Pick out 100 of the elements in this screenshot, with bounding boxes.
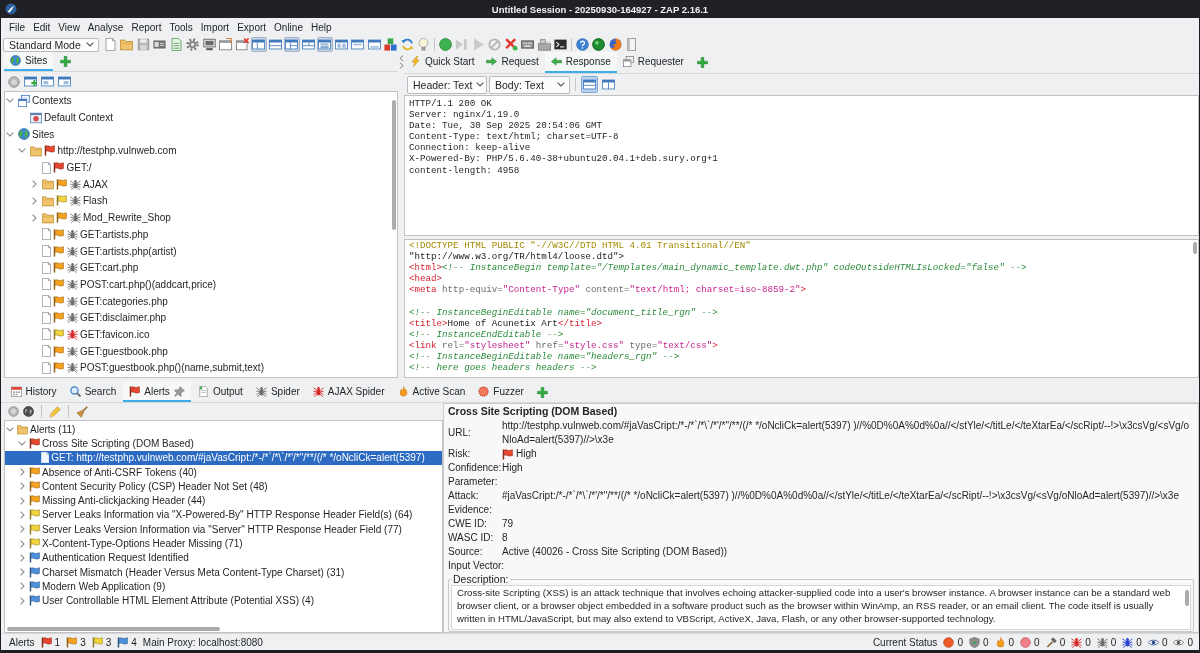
menu-item[interactable]: Import	[196, 21, 234, 34]
layout-toggle[interactable]	[333, 37, 350, 52]
lightbulb-icon[interactable]	[417, 38, 431, 51]
layout-toggle[interactable]	[267, 37, 284, 52]
window-icon[interactable]	[58, 75, 71, 88]
tree-item[interactable]: Server Leaks Version Information via "Server" HTTP Response Header Field (77)	[17, 522, 402, 537]
chevron-right-icon[interactable]	[19, 510, 25, 519]
menu-item[interactable]: Export	[233, 21, 271, 34]
tree-item[interactable]: Authentication Request Identified	[17, 550, 189, 565]
tab[interactable]: History	[4, 382, 64, 402]
scrollbar-thumb[interactable]	[7, 627, 220, 631]
layout-toggle[interactable]	[581, 76, 598, 93]
tree-item[interactable]: GET: http://testphp.vulnweb.com/#jaVasCript:/*-/*`/*\`/*'/*"/**/(/* */oNcliCk=alert(5397)	[5, 450, 442, 465]
menu-item[interactable]: Analyse	[83, 21, 128, 34]
prohibited-icon[interactable]	[488, 38, 502, 51]
tree-item[interactable]: POST:cart.php()(addcart,price)	[29, 276, 217, 293]
layout-toggle[interactable]	[283, 37, 300, 52]
tree-item[interactable]: GET:cart.php	[29, 259, 139, 277]
tab[interactable]: Sites	[4, 52, 54, 71]
menu-item[interactable]: Online	[270, 21, 307, 34]
tab[interactable]: Spider	[249, 382, 307, 402]
chevron-right-icon[interactable]	[19, 468, 25, 477]
tree-item[interactable]: GET:artists.php(artist)	[29, 242, 177, 260]
window-icon[interactable]	[41, 75, 54, 88]
tab[interactable]: Search	[63, 382, 123, 402]
chevron-down-icon[interactable]	[6, 426, 14, 432]
new-file-icon[interactable]	[103, 38, 117, 51]
tree-item[interactable]: Charset Mismatch (Header Versus Meta Content-Type Charset) (31)	[17, 564, 345, 580]
scrollbar-thumb[interactable]	[1193, 242, 1197, 254]
chevron-right-icon[interactable]	[31, 213, 37, 222]
chevron-right-icon[interactable]	[31, 196, 37, 205]
chevron-right-icon[interactable]	[19, 539, 25, 548]
chevron-right-icon[interactable]	[19, 482, 25, 491]
tab[interactable]: Quick Start	[404, 52, 481, 73]
tree-item[interactable]: Cross Site Scripting (DOM Based)	[17, 436, 194, 451]
tab[interactable]: Output	[191, 382, 250, 402]
circle-icon[interactable]	[592, 38, 606, 51]
body-view-dropdown[interactable]: Body: Text	[489, 75, 570, 94]
globe-icon[interactable]	[23, 406, 34, 417]
chevron-down-icon[interactable]	[18, 440, 26, 446]
menu-item[interactable]: View	[54, 21, 84, 34]
circular-arrows-icon[interactable]	[400, 38, 414, 51]
browser-icon[interactable]	[608, 38, 622, 51]
layout-toggle[interactable]	[349, 37, 366, 52]
splitter-arrows-icon[interactable]	[398, 55, 404, 69]
menu-item[interactable]: File	[5, 21, 30, 34]
terminal-icon[interactable]	[554, 38, 568, 51]
plus-icon[interactable]	[60, 56, 72, 67]
tree-item[interactable]: Missing Anti-clickjacking Header (44)	[17, 493, 206, 508]
circle-icon[interactable]	[438, 38, 452, 51]
tab[interactable]: Response	[544, 52, 617, 73]
chevron-down-icon[interactable]	[6, 98, 14, 104]
tree-item[interactable]: Alerts (11)	[5, 422, 76, 437]
pencil-icon[interactable]	[49, 405, 61, 418]
layout-toggle[interactable]	[250, 37, 267, 52]
header-view-dropdown[interactable]: Header: Text	[407, 75, 487, 94]
broom-icon[interactable]	[76, 405, 88, 418]
tab[interactable]: AJAX Spider	[306, 382, 391, 402]
scrollbar-thumb[interactable]	[392, 100, 396, 230]
window-add-icon[interactable]	[24, 75, 37, 88]
chevron-right-icon[interactable]	[19, 496, 25, 505]
card-icon[interactable]	[153, 38, 167, 51]
keyboard-icon[interactable]	[521, 38, 535, 51]
tree-item[interactable]: Content Security Policy (CSP) Header Not Set (48)	[17, 479, 268, 494]
tree-item[interactable]: Sites	[5, 125, 55, 143]
folder-icon[interactable]	[120, 38, 134, 51]
menu-item[interactable]: Edit	[29, 21, 55, 34]
tree-item[interactable]: http://testphp.vulnweb.com	[17, 142, 177, 160]
plus-icon[interactable]	[537, 386, 549, 398]
tree-item[interactable]: Absence of Anti-CSRF Tokens (40)	[17, 464, 197, 480]
layout-toggle[interactable]	[300, 37, 317, 52]
menu-item[interactable]: Report	[127, 21, 166, 34]
window-remove-icon[interactable]	[235, 38, 249, 51]
tree-item[interactable]: GET:disclaimer.php	[29, 309, 167, 327]
tree-item[interactable]: Mod_Rewrite_Shop	[29, 209, 171, 226]
computer-icon[interactable]	[202, 38, 216, 51]
tree-item[interactable]: AJAX	[29, 175, 108, 193]
menu-item[interactable]: Tools	[165, 21, 197, 34]
tree-item[interactable]: GET:guestbook.php	[29, 342, 168, 360]
cubes-icon[interactable]	[384, 38, 398, 51]
tree-item[interactable]: GET:artists.php	[29, 226, 149, 243]
menu-item[interactable]: Help	[306, 21, 336, 34]
cross-icon[interactable]	[504, 38, 518, 51]
panel-icon[interactable]	[625, 38, 639, 51]
spreadsheet-icon[interactable]	[169, 38, 183, 51]
tab[interactable]: Request	[480, 52, 545, 73]
tree-item[interactable]: X-Content-Type-Options Header Missing (71)	[17, 536, 243, 551]
chevron-right-icon[interactable]	[19, 568, 25, 577]
tree-item[interactable]: GET:categories.php	[29, 292, 168, 310]
chevron-right-icon[interactable]	[31, 180, 37, 189]
tree-item[interactable]: User Controllable HTML Element Attribute (Potential XSS) (4)	[17, 593, 314, 608]
tab[interactable]: Requester	[616, 52, 690, 73]
window-icon[interactable]	[219, 38, 233, 51]
layout-toggle[interactable]	[316, 37, 333, 52]
chevron-right-icon[interactable]	[19, 582, 25, 591]
tree-item[interactable]: GET:/	[29, 159, 92, 176]
chevron-right-icon[interactable]	[19, 525, 25, 534]
chevron-right-icon[interactable]	[19, 596, 25, 605]
plus-icon[interactable]	[696, 57, 708, 68]
tree-item[interactable]: POST:guestbook.php()(name,submit,text)	[29, 359, 264, 377]
